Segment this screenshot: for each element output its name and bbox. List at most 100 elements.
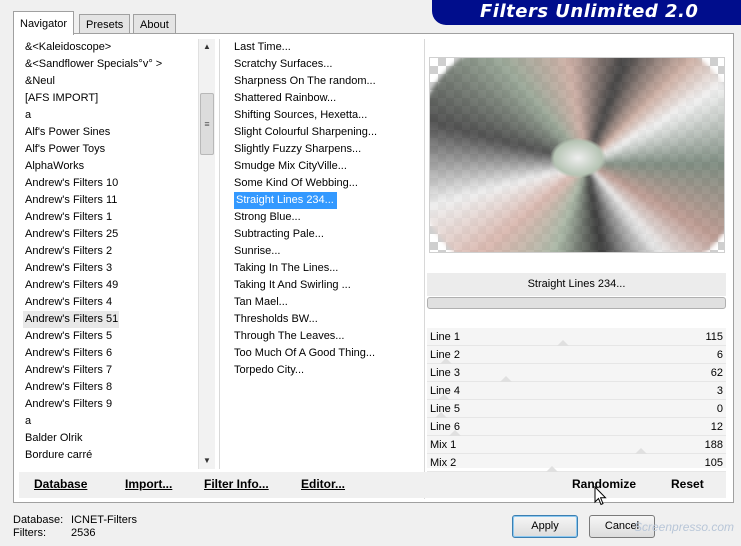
tab-presets[interactable]: Presets [79, 14, 131, 34]
filter-item[interactable]: Shifting Sources, Hexetta... [232, 107, 420, 124]
category-item[interactable]: Andrew's Filters 6 [23, 345, 201, 362]
app-title: Filters Unlimited 2.0 [480, 1, 699, 22]
database-button[interactable]: Database [34, 477, 87, 491]
tab-about[interactable]: About [133, 14, 176, 34]
preview-zoom-slider[interactable] [427, 297, 726, 309]
preview-divider [424, 39, 425, 499]
filter-item-label: Subtracting Pale... [234, 228, 324, 240]
category-item[interactable]: Balder Olrik [23, 430, 201, 447]
parameter-value: 188 [704, 439, 723, 451]
category-list[interactable]: &<Kaleidoscope> &<Sandflower Specials°v° … [23, 39, 201, 469]
filter-item-label: Slight Colourful Sharpening... [234, 126, 378, 138]
database-value: ICNET-Filters [71, 514, 137, 526]
parameter-slider[interactable]: Mix 1 188 [427, 436, 726, 454]
parameter-slider[interactable]: Line 43 [427, 382, 726, 400]
category-item[interactable]: Andrew's Filters 4 [23, 294, 201, 311]
category-item[interactable]: Andrew's Filters 5 [23, 328, 201, 345]
filter-item[interactable]: Taking In The Lines... [232, 260, 420, 277]
category-item[interactable]: Alf's Power Sines [23, 124, 201, 141]
filter-item[interactable]: Sharpness On The random... [232, 73, 420, 90]
preview-image [429, 57, 725, 253]
filter-item[interactable]: Last Time... [232, 39, 420, 56]
category-item[interactable]: &<Sandflower Specials°v° > [23, 56, 201, 73]
filter-item-label: Scratchy Surfaces... [234, 58, 333, 70]
title-banner: Filters Unlimited 2.0 [432, 0, 741, 25]
parameter-slider[interactable]: Line 6 12 [427, 418, 726, 436]
parameter-slider[interactable]: Line 26 [427, 346, 726, 364]
parameter-slider[interactable]: Line 3 62 [427, 364, 726, 382]
filter-item[interactable]: Sunrise... [232, 243, 420, 260]
parameter-value: 62 [710, 367, 723, 379]
parameter-slider[interactable]: Line 50 [427, 400, 726, 418]
parameter-label: Line 1 [430, 331, 460, 343]
category-item[interactable]: Andrew's Filters 49 [23, 277, 201, 294]
filter-item[interactable]: Subtracting Pale... [232, 226, 420, 243]
filter-item[interactable]: Some Kind Of Webbing... [232, 175, 420, 192]
category-item[interactable]: &<Kaleidoscope> [23, 39, 201, 56]
reset-button[interactable]: Reset [671, 477, 704, 491]
editor-button[interactable]: Editor... [301, 477, 345, 491]
parameter-value: 3 [716, 385, 723, 397]
scroll-up-icon[interactable]: ▲ [199, 39, 215, 55]
parameter-list: Line 1 115 Line 2 6 Line 3 62 Line 4 3 Line 5 0 Li… [427, 328, 726, 472]
category-item[interactable]: Andrew's Filters 2 [23, 243, 201, 260]
filter-item[interactable]: Shattered Rainbow... [232, 90, 420, 107]
filter-item[interactable]: Through The Leaves... [232, 328, 420, 345]
parameter-slider[interactable]: Line 1 115 [427, 328, 726, 346]
filter-item[interactable]: Scratchy Surfaces... [232, 56, 420, 73]
filter-item-label: Smudge Mix CityVille... [234, 160, 347, 172]
filter-item[interactable]: Torpedo City... [232, 362, 420, 379]
apply-button[interactable]: Apply [512, 515, 578, 538]
database-label: Database: [13, 514, 64, 526]
filter-item[interactable]: Smudge Mix CityVille... [232, 158, 420, 175]
category-item[interactable]: a [23, 413, 201, 430]
filter-item-label: Torpedo City... [234, 364, 305, 376]
category-item[interactable]: AlphaWorks [23, 158, 201, 175]
parameter-label: Line 3 [430, 367, 460, 379]
filter-item-label: Shifting Sources, Hexetta... [234, 109, 368, 121]
parameter-slider[interactable]: Mix 2 105 [427, 454, 726, 472]
filter-item[interactable]: Too Much Of A Good Thing... [232, 345, 420, 362]
tab-navigator[interactable]: Navigator [13, 11, 75, 35]
filter-item-label: Thresholds BW... [234, 313, 318, 325]
category-item[interactable]: &Neul [23, 73, 201, 90]
filter-item-label: Some Kind Of Webbing... [234, 177, 358, 189]
filter-item[interactable]: Thresholds BW... [232, 311, 420, 328]
category-item[interactable]: Andrew's Filters 9 [23, 396, 201, 413]
category-item[interactable]: [AFS IMPORT] [23, 90, 201, 107]
filter-item-label: Through The Leaves... [234, 330, 345, 342]
scroll-thumb[interactable]: ≡ [200, 93, 214, 155]
category-item[interactable]: Andrew's Filters 10 [23, 175, 201, 192]
import-button[interactable]: Import... [125, 477, 172, 491]
filter-item[interactable]: Slight Colourful Sharpening... [232, 124, 420, 141]
category-item[interactable]: a [23, 107, 201, 124]
category-item[interactable]: Alf's Power Toys [23, 141, 201, 158]
filter-item-label: Too Much Of A Good Thing... [234, 347, 376, 359]
parameter-value: 105 [704, 457, 723, 469]
category-item[interactable]: Bordure carré [23, 447, 201, 464]
filters-label: Filters: [13, 527, 46, 539]
filter-info-button[interactable]: Filter Info... [204, 477, 269, 491]
scroll-down-icon[interactable]: ▼ [199, 453, 215, 469]
filter-item[interactable]: Strong Blue... [232, 209, 420, 226]
filter-item[interactable]: Tan Mael... [232, 294, 420, 311]
category-item[interactable]: Andrew's Filters 1 [23, 209, 201, 226]
category-scrollbar[interactable]: ▲ ≡ ▼ [198, 39, 215, 469]
category-item[interactable]: Andrew's Filters 11 [23, 192, 201, 209]
database-info: Database: ICNET-Filters Filters: 2536 [13, 514, 137, 540]
filter-item[interactable]: Slightly Fuzzy Sharpens... [232, 141, 420, 158]
swirl-core [550, 138, 606, 178]
category-item[interactable]: Andrew's Filters 25 [23, 226, 201, 243]
filter-item[interactable]: Taking It And Swirling ... [232, 277, 420, 294]
filter-item[interactable]: Straight Lines 234... [232, 192, 420, 209]
filter-item-label: Taking In The Lines... [234, 262, 339, 274]
navigator-panel: &<Kaleidoscope> &<Sandflower Specials°v° … [13, 33, 734, 503]
filter-list[interactable]: Last Time... Scratchy Surfaces... Sharpnes… [232, 39, 420, 469]
category-item[interactable]: Andrew's Filters 3 [23, 260, 201, 277]
filter-item-label: Last Time... [234, 41, 291, 53]
category-item[interactable]: Andrew's Filters 8 [23, 379, 201, 396]
filters-count: 2536 [71, 527, 96, 539]
category-item[interactable]: Andrew's Filters 7 [23, 362, 201, 379]
category-item[interactable]: Andrew's Filters 51 [23, 311, 119, 328]
filter-item-label: Slightly Fuzzy Sharpens... [234, 143, 362, 155]
